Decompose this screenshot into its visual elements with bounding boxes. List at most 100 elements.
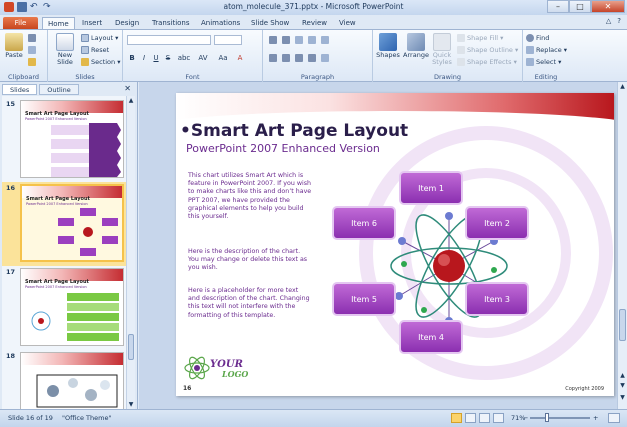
shadow-button[interactable]: abc <box>176 54 192 62</box>
body-paragraph-1[interactable]: This chart utilizes Smart Art which is f… <box>188 172 312 221</box>
tab-slides[interactable]: Slides <box>2 84 38 95</box>
slide-thumbnail[interactable] <box>20 352 124 409</box>
reading-view-button[interactable] <box>479 413 490 423</box>
slide-thumbnail-selected[interactable]: Smart Art Page Layout PowerPoint 2007 En… <box>20 184 124 262</box>
paste-button[interactable]: Paste <box>3 33 25 59</box>
scroll-down-icon[interactable]: ▼ <box>618 394 627 401</box>
slide-title[interactable]: •Smart Art Page Layout <box>180 121 408 141</box>
thumbnail-subtitle: PowerPoint 2007 Enhanced Version <box>25 117 87 121</box>
line-spacing-icon[interactable] <box>321 36 329 44</box>
tab-review[interactable]: Review <box>302 17 327 29</box>
help-icon[interactable]: ? <box>617 17 621 25</box>
scroll-up-icon[interactable]: ▲ <box>127 97 135 104</box>
item-3-box[interactable]: Item 3 <box>465 282 529 316</box>
columns-icon[interactable] <box>321 54 329 62</box>
maximize-button[interactable]: □ <box>569 0 591 13</box>
thumbnail-row-18[interactable]: 18 <box>2 352 126 409</box>
shape-fill-button[interactable]: Shape Fill ▾ <box>457 34 503 42</box>
item-6-box[interactable]: Item 6 <box>332 206 396 240</box>
tab-slide-show[interactable]: Slide Show <box>251 17 289 29</box>
tab-insert[interactable]: Insert <box>82 17 102 29</box>
fit-to-window-button[interactable] <box>608 413 620 423</box>
section-button[interactable]: Section ▾ <box>81 58 120 66</box>
item-5-box[interactable]: Item 5 <box>332 282 396 316</box>
shapes-button[interactable]: Shapes <box>375 33 401 59</box>
scroll-up-icon[interactable]: ▲ <box>618 83 627 90</box>
clipboard-group: Paste Clipboard <box>0 30 48 82</box>
replace-button[interactable]: Replace ▾ <box>526 46 567 54</box>
tab-outline[interactable]: Outline <box>39 84 79 95</box>
change-case-button[interactable]: Aa <box>216 54 230 62</box>
zoom-slider-knob[interactable] <box>545 413 549 422</box>
font-name-input[interactable] <box>127 35 211 45</box>
align-left-icon[interactable] <box>269 54 277 62</box>
shapes-label: Shapes <box>376 51 400 59</box>
bullets-icon[interactable] <box>269 36 277 44</box>
zoom-slider[interactable] <box>530 417 590 419</box>
zoom-in-button[interactable]: + <box>593 414 598 422</box>
layout-label: Layout ▾ <box>91 34 119 42</box>
shape-outline-button[interactable]: Shape Outline ▾ <box>457 46 518 54</box>
close-button[interactable]: ✕ <box>591 0 625 13</box>
next-slide-icon[interactable]: ▼ <box>618 382 627 389</box>
thumbnail-row-15[interactable]: 15 Smart Art Page Layout PowerPoint 2007… <box>2 100 126 180</box>
thumbnail-row-16[interactable]: 16 Smart Art Page Layout PowerPoint 2007… <box>2 182 126 266</box>
slide-thumbnail[interactable]: Smart Art Page Layout PowerPoint 2007 En… <box>20 100 124 178</box>
numbering-icon[interactable] <box>282 36 290 44</box>
underline-button[interactable]: U <box>151 54 161 62</box>
tab-design[interactable]: Design <box>115 17 139 29</box>
normal-view-button[interactable] <box>451 413 462 423</box>
scrollbar-thumb[interactable] <box>619 309 626 341</box>
item-1-box[interactable]: Item 1 <box>399 171 463 205</box>
minimize-button[interactable]: – <box>547 0 569 13</box>
new-slide-button[interactable]: New Slide <box>52 33 78 66</box>
shape-effects-button[interactable]: Shape Effects ▾ <box>457 58 517 66</box>
editing-group: Find Replace ▾ Select ▾ Editing <box>523 30 569 82</box>
layout-button[interactable]: Layout ▾ <box>81 34 118 42</box>
title-bar: ↶ ↷ atom_molecule_371.pptx - Microsoft P… <box>0 0 627 15</box>
quick-styles-button[interactable]: Quick Styles <box>429 33 455 66</box>
format-painter-button[interactable] <box>28 58 36 66</box>
slide-subtitle[interactable]: PowerPoint 2007 Enhanced Version <box>186 142 380 155</box>
arrange-icon <box>407 33 425 51</box>
thumbnail-row-17[interactable]: 17 Smart Art Page Layout PowerPoint 2007… <box>2 268 126 350</box>
item-2-box[interactable]: Item 2 <box>465 206 529 240</box>
reset-button[interactable]: Reset <box>81 46 109 54</box>
decrease-indent-icon[interactable] <box>295 36 303 44</box>
find-button[interactable]: Find <box>526 34 549 42</box>
increase-indent-icon[interactable] <box>308 36 316 44</box>
tab-animations[interactable]: Animations <box>201 17 240 29</box>
scrollbar-thumb[interactable] <box>128 334 134 360</box>
slide-scrollbar[interactable]: ▲ ▲ ▼ ▼ <box>617 82 627 409</box>
copy-button[interactable] <box>28 46 36 54</box>
italic-button[interactable]: I <box>139 54 149 62</box>
slide-show-view-button[interactable] <box>493 413 504 423</box>
align-center-icon[interactable] <box>282 54 290 62</box>
tab-file[interactable]: File <box>3 17 38 29</box>
cut-button[interactable] <box>28 34 36 42</box>
select-button[interactable]: Select ▾ <box>526 58 561 66</box>
scroll-down-icon[interactable]: ▼ <box>127 401 135 408</box>
thumbnails-scrollbar[interactable]: ▲ ▼ <box>126 96 135 409</box>
tab-transitions[interactable]: Transitions <box>152 17 190 29</box>
current-slide[interactable]: •Smart Art Page Layout PowerPoint 2007 E… <box>176 93 614 396</box>
previous-slide-icon[interactable]: ▲ <box>618 372 627 379</box>
justify-icon[interactable] <box>308 54 316 62</box>
strikethrough-button[interactable]: S <box>163 54 173 62</box>
tab-view[interactable]: View <box>339 17 356 29</box>
bold-button[interactable]: B <box>127 54 137 62</box>
zoom-out-button[interactable]: − <box>523 414 528 422</box>
body-paragraph-3[interactable]: Here is a placeholder for more text and … <box>188 287 312 320</box>
minimize-ribbon-icon[interactable]: △ <box>606 17 611 25</box>
arrange-button[interactable]: Arrange <box>403 33 429 59</box>
body-paragraph-2[interactable]: Here is the description of the chart. Yo… <box>188 248 312 273</box>
tab-home[interactable]: Home <box>42 17 75 29</box>
font-size-input[interactable] <box>214 35 242 45</box>
slide-sorter-view-button[interactable] <box>465 413 476 423</box>
character-spacing-button[interactable]: AV <box>196 54 210 62</box>
font-color-button[interactable]: A <box>235 54 245 62</box>
item-4-box[interactable]: Item 4 <box>399 320 463 354</box>
slide-thumbnail[interactable]: Smart Art Page Layout PowerPoint 2007 En… <box>20 268 124 346</box>
align-right-icon[interactable] <box>295 54 303 62</box>
close-pane-icon[interactable]: ✕ <box>124 84 131 93</box>
